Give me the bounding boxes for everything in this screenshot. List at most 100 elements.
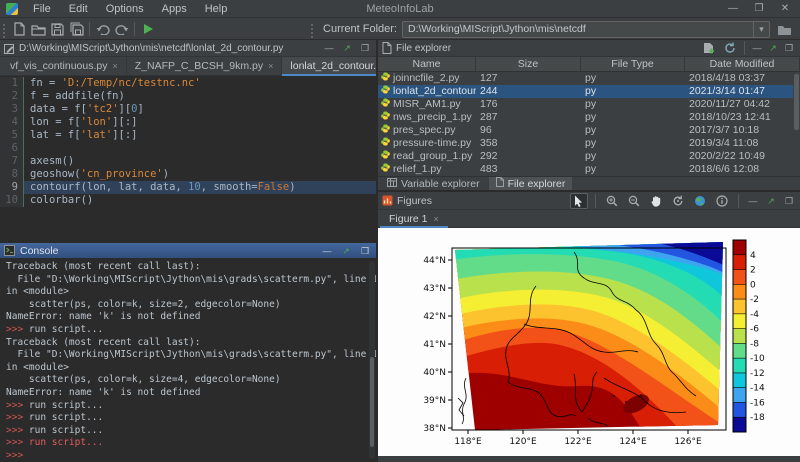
- file-row-relief_1.py[interactable]: relief_1.py483py2018/6/6 12:08: [378, 163, 800, 176]
- menu-apps[interactable]: Apps: [153, 0, 196, 18]
- code-line: 7axesm(): [0, 155, 376, 168]
- panel-float-icon[interactable]: ↗: [339, 243, 353, 259]
- file-type-cell: py: [581, 150, 685, 163]
- current-folder-group: Current Folder: D:\Working\MIScript\Jyth…: [308, 18, 794, 40]
- toolbar-grip[interactable]: [311, 24, 315, 38]
- tab-close-icon[interactable]: ×: [268, 61, 273, 71]
- file-row-joinncfile_2.py[interactable]: joinncfile_2.py127py2018/4/18 03:37: [378, 72, 800, 85]
- app-logo-icon: [6, 3, 18, 15]
- file-table-header[interactable]: NameSizeFile TypeDate Modified: [378, 57, 800, 72]
- toolbar-grip[interactable]: [3, 24, 7, 38]
- column-header-file-type[interactable]: File Type: [581, 57, 685, 71]
- console-text: run script...: [29, 400, 103, 411]
- console-text: run script...: [29, 437, 103, 448]
- column-header-name[interactable]: Name: [378, 57, 476, 71]
- pointer-tool-button[interactable]: [570, 193, 588, 209]
- tab-figure-1[interactable]: Figure 1 ×: [380, 210, 448, 227]
- console-text: run script...: [29, 324, 103, 335]
- tab-close-icon[interactable]: ×: [434, 214, 439, 224]
- svg-text:-10: -10: [750, 354, 765, 364]
- save-button[interactable]: [48, 20, 67, 38]
- tab-variable-explorer[interactable]: Variable explorer: [380, 177, 487, 190]
- file-row-read_group_1.py[interactable]: read_group_1.py292py2020/2/22 10:49: [378, 150, 800, 163]
- zoom-in-icon[interactable]: [603, 193, 621, 209]
- menu-edit[interactable]: Edit: [60, 0, 97, 18]
- toolbar-left-group: [0, 18, 157, 40]
- window-close-button[interactable]: ✕: [772, 0, 798, 18]
- file-row-pressure-time.py[interactable]: pressure-time.py358py2019/3/4 11:08: [378, 137, 800, 150]
- svg-text:-14: -14: [750, 384, 765, 394]
- console-panel-header: Console — ↗ ❐: [0, 243, 376, 259]
- editor-tab-Z_NAFP_C_BCSH_9km.py[interactable]: Z_NAFP_C_BCSH_9km.py×: [127, 57, 283, 75]
- colorbar: 420-2-4-6-8-10-12-14-16-18: [733, 240, 765, 432]
- file-row-pres_spec.py[interactable]: pres_spec.py96py2017/3/7 10:18: [378, 124, 800, 137]
- file-table-scrollbar-thumb[interactable]: [794, 74, 799, 130]
- globe-icon[interactable]: [691, 193, 709, 209]
- panel-float-icon[interactable]: ↗: [764, 193, 778, 209]
- console-line: >>> run script...: [6, 400, 376, 413]
- console-text: File "D:\Working\MIScript\Jython\mis\gra…: [6, 349, 376, 360]
- run-script-button[interactable]: [138, 20, 157, 38]
- panel-minimize-icon[interactable]: —: [320, 243, 334, 259]
- pan-hand-icon[interactable]: [647, 193, 665, 209]
- redo-button[interactable]: [112, 20, 131, 38]
- code-line: 3data = f['tc2'][0]: [0, 103, 376, 116]
- panel-maximize-icon[interactable]: ❐: [782, 193, 796, 209]
- line-number: 4: [0, 116, 24, 129]
- new-document-button[interactable]: [699, 39, 718, 57]
- file-modified-cell: 2019/3/4 11:08: [685, 137, 800, 150]
- new-file-button[interactable]: [10, 20, 29, 38]
- menu-file[interactable]: File: [24, 0, 60, 18]
- coastline: [458, 378, 466, 424]
- file-modified-cell: 2018/6/6 12:08: [685, 163, 800, 176]
- rotate-icon[interactable]: [669, 193, 687, 209]
- panel-minimize-icon[interactable]: —: [746, 193, 760, 209]
- refresh-icon[interactable]: [720, 39, 739, 57]
- toolbar-separator: [744, 41, 745, 55]
- panel-minimize-icon[interactable]: —: [322, 40, 336, 56]
- file-table-scrollbar[interactable]: [793, 72, 800, 176]
- tab-close-icon[interactable]: ×: [112, 61, 117, 71]
- console-prompt: >>>: [6, 425, 29, 436]
- code-text: data = f['tc2'][0]: [24, 103, 144, 116]
- console-scrollbar[interactable]: [369, 261, 375, 459]
- browse-folder-button[interactable]: [775, 20, 794, 38]
- panel-minimize-icon[interactable]: —: [750, 40, 764, 56]
- panel-maximize-icon[interactable]: ❐: [358, 40, 372, 56]
- open-folder-button[interactable]: [29, 20, 48, 38]
- chevron-down-icon[interactable]: ▾: [753, 22, 769, 37]
- save-all-button[interactable]: [67, 20, 86, 38]
- editor-tab-bar: vf_vis_continuous.py×Z_NAFP_C_BCSH_9km.p…: [0, 57, 376, 76]
- code-editor[interactable]: 1fn = 'D:/Temp/nc/testnc.nc'2f = addfile…: [0, 76, 376, 241]
- current-folder-label: Current Folder:: [323, 23, 397, 35]
- menu-help[interactable]: Help: [196, 0, 237, 18]
- panel-float-icon[interactable]: ↗: [766, 40, 780, 56]
- console-output[interactable]: Traceback (most recent call last): File …: [0, 259, 376, 462]
- panel-float-icon[interactable]: ↗: [340, 40, 354, 56]
- column-header-date-modified[interactable]: Date Modified: [685, 57, 800, 71]
- code-text: [24, 142, 30, 155]
- current-folder-combobox[interactable]: D:\Working\MIScript\Jython\mis\netcdf ▾: [402, 21, 770, 38]
- menu-options[interactable]: Options: [97, 0, 153, 18]
- panel-maximize-icon[interactable]: ❐: [782, 40, 796, 56]
- info-icon[interactable]: [713, 193, 731, 209]
- code-text: contourf(lon, lat, data, 10, smooth=Fals…: [24, 181, 296, 194]
- window-minimize-button[interactable]: —: [720, 0, 746, 18]
- svg-text:42°N: 42°N: [423, 312, 446, 322]
- figure-canvas[interactable]: 118°E120°E122°E124°E126°E 44°N43°N42°N41…: [378, 228, 800, 456]
- column-header-size[interactable]: Size: [476, 57, 581, 71]
- panel-maximize-icon[interactable]: ❐: [358, 243, 372, 259]
- file-row-MISR_AM1.py[interactable]: MISR_AM1.py176py2020/11/27 04:42: [378, 98, 800, 111]
- file-row-lonlat_2d_contour.py[interactable]: lonlat_2d_contour.py244py2021/3/14 01:47: [378, 85, 800, 98]
- file-type-cell: py: [581, 124, 685, 137]
- undo-button[interactable]: [93, 20, 112, 38]
- file-row-nws_precip_1.py[interactable]: nws_precip_1.py287py2018/10/23 12:41: [378, 111, 800, 124]
- editor-tab-vf_vis_continuous.py[interactable]: vf_vis_continuous.py×: [2, 57, 127, 75]
- zoom-out-icon[interactable]: [625, 193, 643, 209]
- console-line: Traceback (most recent call last):: [6, 261, 376, 274]
- tab-file-explorer[interactable]: File explorer: [489, 177, 573, 190]
- console-scrollbar-thumb[interactable]: [370, 357, 374, 447]
- line-number: 10: [0, 194, 24, 207]
- window-maximize-button[interactable]: ❐: [746, 0, 772, 18]
- figure-tab-label: Figure 1: [389, 213, 428, 225]
